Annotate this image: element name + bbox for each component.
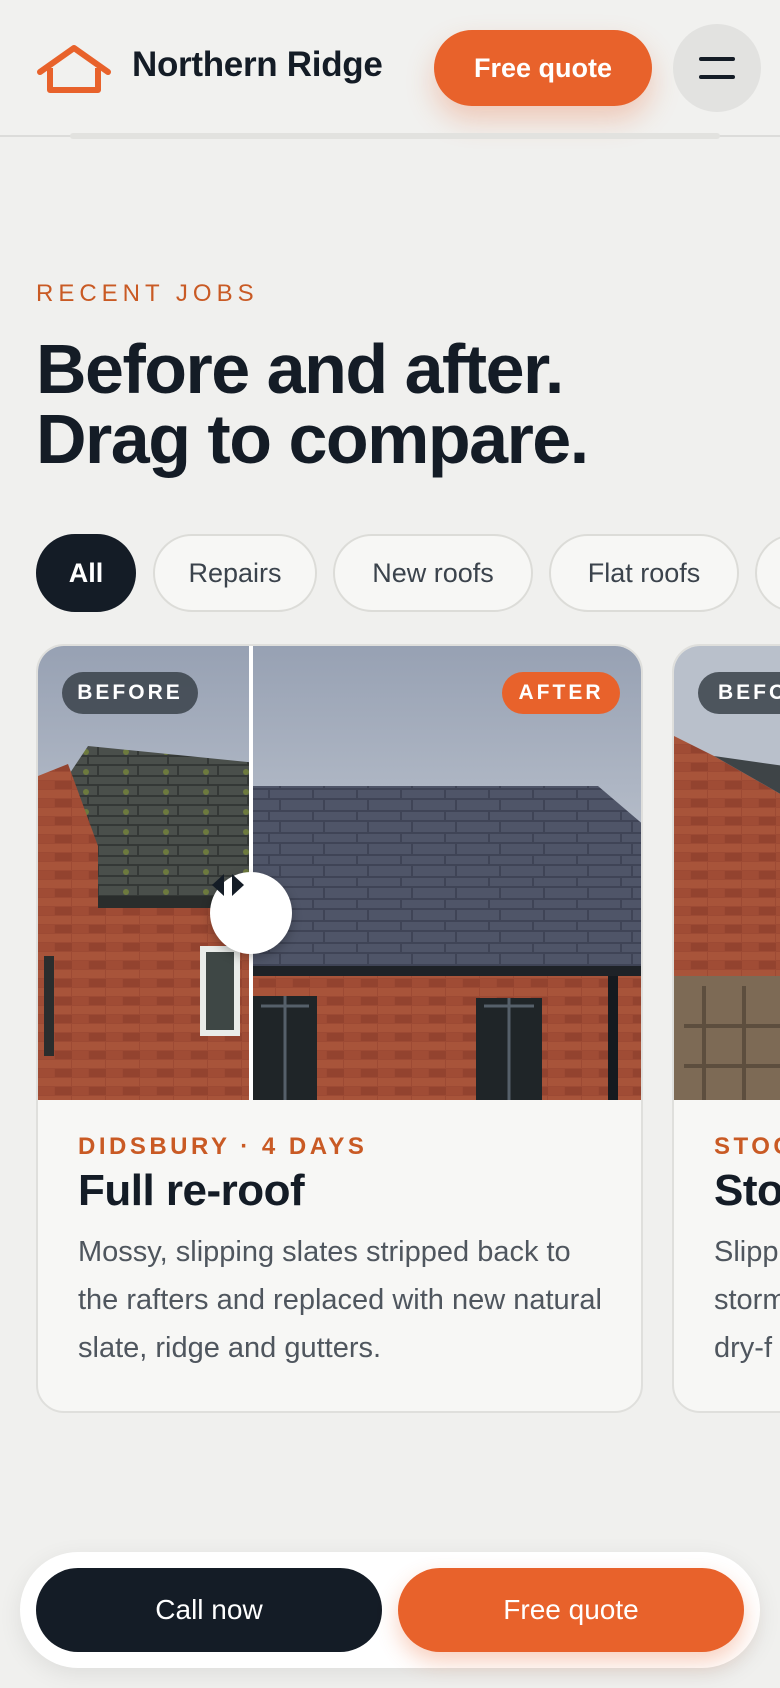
bottom-free-quote-button[interactable]: Free quote — [398, 1568, 744, 1652]
job-title: Full re-roof — [78, 1166, 305, 1215]
before-badge: BEFORE — [62, 672, 198, 714]
job-description: Mossy, slipping slates stripped back to … — [78, 1236, 602, 1364]
filter-chip-repairs[interactable]: Repairs — [153, 534, 317, 612]
job-description-next-line-1: Slipp — [714, 1236, 779, 1268]
bottom-cta-bar: Call now Free quote — [20, 1552, 760, 1668]
hamburger-menu-icon[interactable] — [673, 24, 761, 112]
brand-name[interactable]: Northern Ridge — [132, 45, 383, 85]
header-free-quote-button[interactable]: Free quote — [434, 30, 652, 106]
job-meta-next: STOC — [714, 1133, 780, 1160]
roof-photo-illustration-next — [674, 646, 780, 1100]
header-divider — [70, 133, 720, 139]
filter-chip-flat-roofs[interactable]: Flat roofs — [549, 534, 739, 612]
filter-chip-new-roofs[interactable]: New roofs — [333, 534, 533, 612]
filter-chips: All Repairs New roofs Flat roofs — [36, 534, 780, 612]
headline-line-1: Before and after. — [36, 330, 564, 408]
filter-chip-all[interactable]: All — [36, 534, 136, 612]
job-meta: DIDSBURY · 4 DAYS — [78, 1133, 368, 1160]
before-after-slider[interactable]: BEFORE AFTER — [38, 646, 641, 1100]
left-right-arrows-icon — [212, 874, 244, 896]
before-after-slider-next[interactable]: BEFO — [674, 646, 780, 1100]
after-badge: AFTER — [502, 672, 620, 714]
house-outline-icon[interactable] — [36, 44, 112, 96]
page: Northern Ridge Free quote RECENT JOBS Be… — [0, 0, 780, 1688]
before-badge-next: BEFO — [698, 672, 780, 714]
job-description-next-line-2: storm — [714, 1284, 780, 1316]
section-headline: Before and after. Drag to compare. — [36, 334, 756, 474]
job-card: BEFORE AFTER DIDSBURY · 4 DAYS Full re-r… — [36, 644, 643, 1413]
compare-drag-handle[interactable] — [210, 872, 292, 954]
job-title-next: Sto — [714, 1166, 780, 1215]
headline-line-2: Drag to compare. — [36, 400, 589, 478]
call-now-button[interactable]: Call now — [36, 1568, 382, 1652]
filter-chip-more[interactable] — [755, 534, 780, 612]
roof-photo-illustration — [38, 646, 641, 1100]
site-header: Northern Ridge Free quote — [0, 0, 780, 137]
job-description-next-line-3: dry-f — [714, 1332, 772, 1364]
job-description-next: Slipp storm dry-f — [714, 1228, 780, 1372]
job-card-next[interactable]: BEFO STOC Sto Slipp storm dry-f — [672, 644, 780, 1413]
section-eyebrow: RECENT JOBS — [36, 280, 259, 307]
